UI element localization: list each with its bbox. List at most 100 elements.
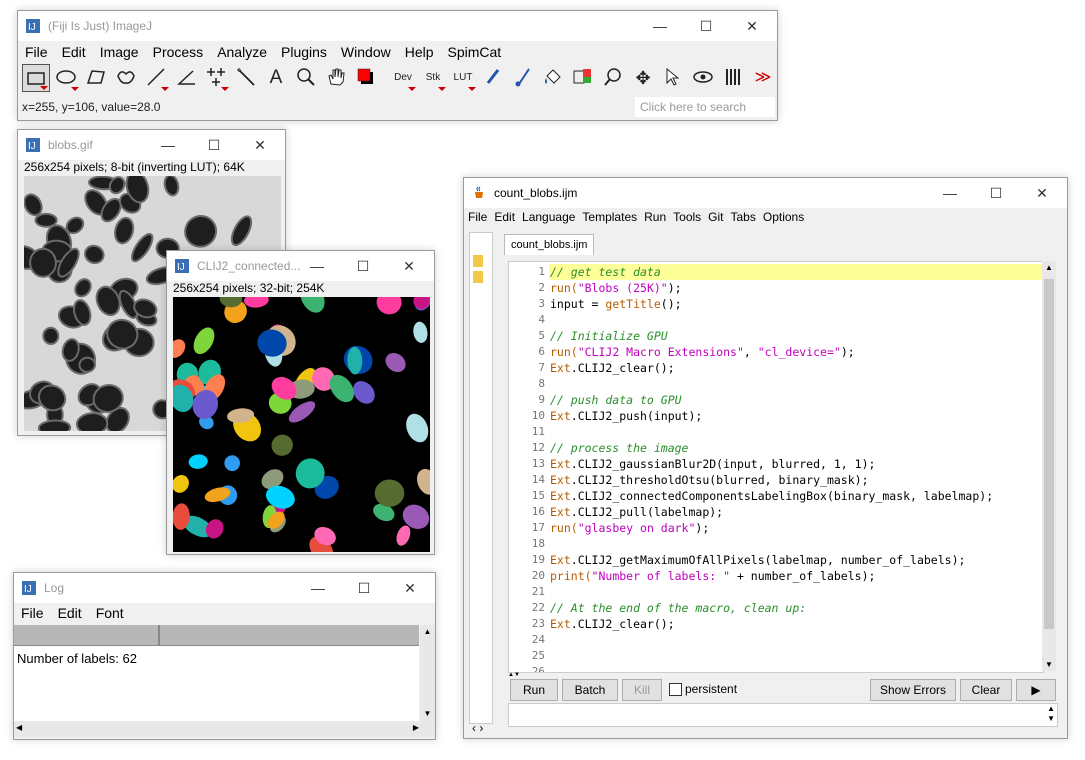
spinner-icon[interactable]: ▲ ▼ bbox=[1047, 704, 1055, 724]
minimize-icon[interactable]: — bbox=[295, 573, 341, 603]
fiji-logo-icon: IJ bbox=[26, 138, 40, 152]
menu-font[interactable]: Font bbox=[96, 605, 124, 621]
batch-button[interactable]: Batch bbox=[562, 679, 618, 701]
minimize-icon[interactable]: — bbox=[637, 11, 683, 41]
scroll-up-icon[interactable]: ▲ bbox=[1042, 263, 1056, 272]
clear-button[interactable]: Clear bbox=[960, 679, 1012, 701]
eye-icon[interactable] bbox=[689, 64, 717, 92]
menu-file[interactable]: File bbox=[21, 605, 44, 621]
cursor-select-icon[interactable] bbox=[659, 64, 687, 92]
oval-tool[interactable] bbox=[52, 64, 80, 92]
search-field[interactable]: Click here to search bbox=[635, 97, 775, 117]
scroll-up-icon[interactable]: ▲ bbox=[420, 625, 435, 639]
angle-tool[interactable] bbox=[172, 64, 200, 92]
menu-window[interactable]: Window bbox=[341, 44, 391, 60]
run-button[interactable]: Run bbox=[510, 679, 558, 701]
tab-count-blobs[interactable]: count_blobs.ijm bbox=[504, 234, 594, 255]
labels-canvas[interactable] bbox=[173, 297, 430, 552]
menu-plugins[interactable]: Plugins bbox=[281, 44, 327, 60]
overlay-brush-icon[interactable] bbox=[569, 64, 597, 92]
menu-edit[interactable]: Edit bbox=[494, 210, 515, 224]
rectangle-tool[interactable] bbox=[22, 64, 50, 92]
code-token: .CLIJ2_pull(labelmap); bbox=[570, 505, 724, 519]
lut-tool[interactable]: LUT bbox=[449, 64, 477, 92]
flood-fill-icon[interactable] bbox=[539, 64, 567, 92]
polygon-tool[interactable] bbox=[82, 64, 110, 92]
log-vscrollbar[interactable]: ▲ ▼ bbox=[420, 625, 435, 721]
maximize-icon[interactable]: ☐ bbox=[683, 11, 729, 41]
log-text-area[interactable]: Number of labels: 62 bbox=[14, 646, 419, 721]
magnifier-icon[interactable] bbox=[292, 64, 320, 92]
close-icon[interactable]: ✕ bbox=[386, 251, 432, 281]
code-token: Ext bbox=[550, 617, 571, 631]
code-area[interactable]: 1 2 3 4 5 6 7 8 9 10 11 12 13 14 15 16 17 18 19 20 21 22 23 24 2… bbox=[508, 261, 1044, 673]
persistent-checkbox[interactable] bbox=[669, 683, 682, 696]
minimize-icon[interactable]: — bbox=[145, 130, 191, 160]
menu-process[interactable]: Process bbox=[153, 44, 204, 60]
scroll-down-icon[interactable]: ▼ bbox=[420, 707, 435, 721]
wand-tool[interactable] bbox=[232, 64, 260, 92]
maximize-icon[interactable]: ☐ bbox=[973, 178, 1019, 208]
output-area[interactable]: ▲ ▼ bbox=[508, 703, 1058, 727]
code-token: .CLIJ2_clear(); bbox=[570, 361, 675, 375]
menu-image[interactable]: Image bbox=[100, 44, 139, 60]
minimize-icon[interactable]: — bbox=[927, 178, 973, 208]
menu-analyze[interactable]: Analyze bbox=[217, 44, 267, 60]
close-icon[interactable]: ✕ bbox=[237, 130, 283, 160]
menu-spimcat[interactable]: SpimCat bbox=[448, 44, 502, 60]
tree-folder-icon[interactable] bbox=[473, 255, 483, 267]
stack-icon[interactable] bbox=[719, 64, 747, 92]
more-tools-icon[interactable]: ≫ bbox=[749, 64, 777, 92]
pencil-icon[interactable] bbox=[479, 64, 507, 92]
scroll-right-icon[interactable]: ▶ bbox=[413, 723, 419, 732]
menu-templates[interactable]: Templates bbox=[582, 210, 637, 224]
column-divider[interactable] bbox=[158, 625, 160, 645]
maximize-icon[interactable]: ☐ bbox=[191, 130, 237, 160]
text-tool[interactable]: A bbox=[262, 64, 290, 92]
close-icon[interactable]: ✕ bbox=[1019, 178, 1065, 208]
menu-edit[interactable]: Edit bbox=[62, 44, 86, 60]
scroll-left-icon[interactable]: ◀ bbox=[16, 723, 22, 732]
menu-tabs[interactable]: Tabs bbox=[731, 210, 756, 224]
color-picker-icon[interactable] bbox=[352, 64, 380, 92]
menu-file[interactable]: File bbox=[468, 210, 487, 224]
maximize-icon[interactable]: ☐ bbox=[340, 251, 386, 281]
brush-icon[interactable] bbox=[509, 64, 537, 92]
menu-git[interactable]: Git bbox=[708, 210, 723, 224]
tree-folder-icon[interactable] bbox=[473, 271, 483, 283]
maximize-icon[interactable]: ☐ bbox=[341, 573, 387, 603]
play-icon[interactable]: ▶ bbox=[1016, 679, 1056, 701]
menu-tools[interactable]: Tools bbox=[673, 210, 701, 224]
close-icon[interactable]: ✕ bbox=[729, 11, 775, 41]
close-icon[interactable]: ✕ bbox=[387, 573, 433, 603]
stk-tool[interactable]: Stk bbox=[419, 64, 447, 92]
menu-options[interactable]: Options bbox=[763, 210, 804, 224]
zoom-search-icon[interactable] bbox=[599, 64, 627, 92]
line-tool[interactable] bbox=[142, 64, 170, 92]
show-errors-button[interactable]: Show Errors bbox=[870, 679, 956, 701]
kill-button[interactable]: Kill bbox=[622, 679, 662, 701]
label-region bbox=[271, 434, 293, 456]
window-title: Log bbox=[44, 581, 65, 595]
scroll-thumb[interactable] bbox=[1044, 279, 1054, 629]
dev-tool[interactable]: Dev bbox=[389, 64, 417, 92]
editor-vscrollbar[interactable]: ▲ ▼ bbox=[1042, 261, 1056, 671]
menu-help[interactable]: Help bbox=[405, 44, 434, 60]
menu-language[interactable]: Language bbox=[522, 210, 575, 224]
scroll-down-icon[interactable]: ▼ bbox=[1042, 660, 1056, 669]
label-region bbox=[376, 297, 402, 315]
tree-nav-arrows[interactable]: ‹ › bbox=[472, 721, 483, 735]
menu-edit[interactable]: Edit bbox=[58, 605, 82, 621]
menu-run[interactable]: Run bbox=[644, 210, 666, 224]
log-hscrollbar[interactable]: ◀ ▶ bbox=[14, 721, 435, 737]
hand-icon[interactable] bbox=[322, 64, 350, 92]
move-arrows-icon[interactable]: ✥ bbox=[629, 64, 657, 92]
multipoint-tool[interactable] bbox=[202, 64, 230, 92]
code-token: Ext bbox=[550, 505, 571, 519]
minimize-icon[interactable]: — bbox=[294, 251, 340, 281]
freehand-tool[interactable] bbox=[112, 64, 140, 92]
menu-file[interactable]: File bbox=[25, 44, 48, 60]
code-token: ); bbox=[840, 345, 855, 359]
